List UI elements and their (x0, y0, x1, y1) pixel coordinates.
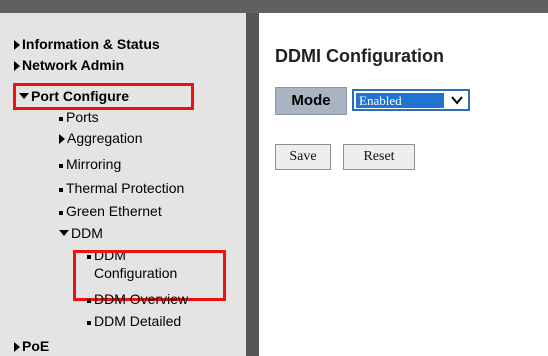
nav-label: Information & Status (22, 36, 160, 52)
nav-label: DDM (71, 225, 103, 241)
nav-poe[interactable]: PoE (14, 337, 49, 355)
mode-select-value: Enabled (356, 93, 444, 108)
highlight-box-port-configure (13, 83, 194, 110)
nav-ddm[interactable]: DDM (59, 224, 103, 242)
caret-right-icon (14, 40, 20, 50)
caret-right-icon (14, 342, 20, 352)
caret-right-icon (59, 134, 65, 144)
nav-label: Green Ethernet (66, 203, 162, 219)
frame-divider (246, 13, 259, 356)
sidebar: Information & Status Network Admin Port … (0, 13, 246, 356)
chevron-down-icon (451, 96, 463, 105)
save-button[interactable]: Save (275, 144, 331, 170)
nav-label: PoE (22, 338, 50, 354)
nav-network-admin[interactable]: Network Admin (14, 56, 124, 74)
caret-down-icon (59, 230, 69, 236)
page-title: DDMI Configuration (275, 46, 444, 66)
nav-ports[interactable]: Ports (59, 108, 99, 126)
nav-label: DDM Detailed (94, 313, 182, 329)
top-bar (0, 0, 548, 13)
nav-mirroring[interactable]: Mirroring (59, 155, 121, 173)
nav-ddm-overview[interactable]: DDM Overview (87, 290, 188, 308)
nav-label: DDM Overview (94, 291, 189, 307)
mode-label: Mode (275, 87, 347, 115)
bullet-icon (59, 211, 63, 215)
bullet-icon (59, 117, 63, 121)
nav-ddm-detailed[interactable]: DDM Detailed (87, 312, 181, 330)
nav-aggregation[interactable]: Aggregation (59, 129, 143, 147)
bullet-icon (87, 321, 91, 325)
nav-thermal-protection[interactable]: Thermal Protection (59, 179, 184, 197)
bullet-icon (87, 299, 91, 303)
caret-right-icon (14, 61, 20, 71)
nav-green-ethernet[interactable]: Green Ethernet (59, 202, 162, 220)
nav-label: Mirroring (66, 156, 122, 172)
main-panel: DDMI Configuration Mode Enabled Save Res… (259, 13, 548, 356)
reset-button[interactable]: Reset (343, 144, 415, 170)
mode-select[interactable]: Enabled (352, 89, 470, 111)
nav-information-status[interactable]: Information & Status (14, 35, 160, 53)
bullet-icon (59, 188, 63, 192)
nav-label: Thermal Protection (66, 180, 185, 196)
bullet-icon (59, 164, 63, 168)
nav-label: Aggregation (67, 130, 143, 146)
nav-label: Network Admin (22, 57, 125, 73)
nav-label: Ports (66, 109, 99, 125)
